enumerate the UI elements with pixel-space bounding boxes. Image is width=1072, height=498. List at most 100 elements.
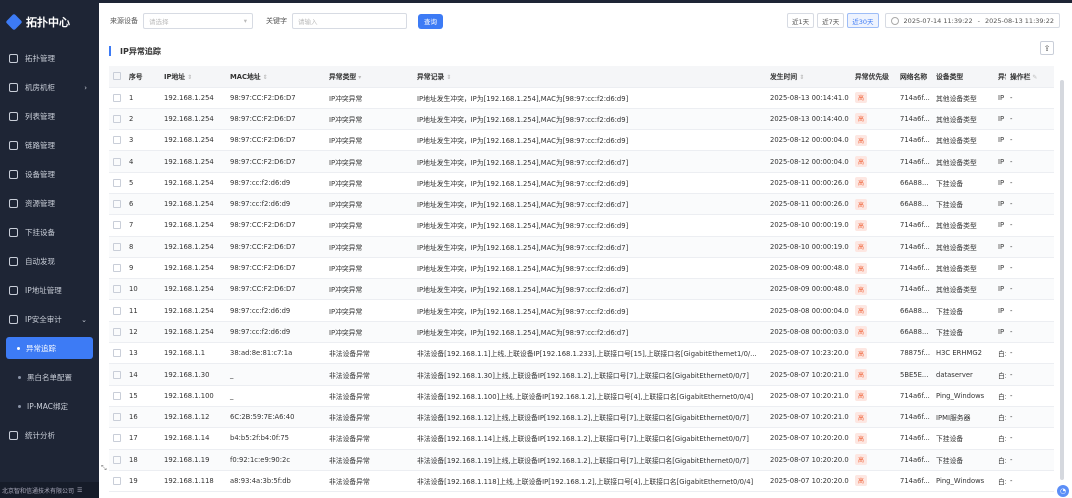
table-row[interactable]: 3 192.168.1.254 98:97:CC:F2:D6:D7 IP冲突异常 IP地… (109, 129, 1054, 152)
cell-type: IP冲突异常 (325, 278, 413, 301)
row-checkbox[interactable] (109, 470, 125, 493)
cell-record: 非法设备[192.168.1.19]上线,上联设备IP[192.168.1.2]… (413, 449, 766, 471)
cell-time: 2025-08-08 00:00:04.0 (766, 299, 851, 322)
sidebar-item-discovery[interactable]: 自动发现 (0, 247, 99, 276)
col-mac[interactable]: MAC地址 ⇕ (226, 66, 325, 88)
range-30day-button[interactable]: 近30天 (847, 13, 879, 28)
checkbox-icon (113, 200, 121, 209)
table-row[interactable]: 13 192.168.1.1 38:ad:8e:81:c7:1a 非法设备异常 非法设备… (109, 342, 1054, 365)
table-row[interactable]: 9 192.168.1.254 98:97:CC:F2:D6:D7 IP冲突异常 IP地… (109, 257, 1054, 280)
sidebar-item-rack[interactable]: 机房机柜 › (0, 73, 99, 102)
row-checkbox[interactable] (109, 129, 125, 152)
cell-index: 2 (125, 108, 160, 131)
table-row[interactable]: 18 192.168.1.19 f0:92:1c:e9:90:2c 非法设备异常 非法设… (109, 449, 1054, 471)
cell-type: IP冲突异常 (325, 87, 413, 109)
sidebar-item-list[interactable]: 列表管理 (0, 102, 99, 131)
table-row[interactable]: 17 192.168.1.14 b4:b5:2f:b4:0f:75 非法设备异常 非法设… (109, 427, 1054, 450)
table-row[interactable]: 5 192.168.1.254 98:97:cc:f2:d6:d9 IP冲突异常 IP地… (109, 172, 1054, 194)
table-row[interactable]: 12 192.168.1.254 98:97:cc:f2:d6:d9 IP冲突异常 IP… (109, 321, 1054, 344)
cell-ip: 192.168.1.254 (160, 278, 226, 301)
cell-time: 2025-08-10 00:00:19.0 (766, 214, 851, 237)
cell-index: 1 (125, 87, 160, 109)
row-checkbox[interactable] (109, 342, 125, 365)
sidebar-item-topology[interactable]: 拓扑管理 (0, 44, 99, 73)
table-row[interactable]: 19 192.168.1.118 a8:93:4a:3b:5f:db 非法设备异常 非法… (109, 470, 1054, 493)
start-date: 2025-07-14 11:39:22 (903, 16, 973, 25)
cell-network: 714a6f... (896, 470, 932, 493)
row-checkbox[interactable] (109, 299, 125, 322)
row-checkbox[interactable] (109, 321, 125, 344)
sidebar-item-resource[interactable]: 资源管理 (0, 189, 99, 218)
sidebar-item-label: 黑白名单配置 (27, 373, 72, 382)
sidebar-item-device[interactable]: 设备管理 (0, 160, 99, 189)
table-row[interactable]: 2 192.168.1.254 98:97:CC:F2:D6:D7 IP冲突异常 IP地… (109, 108, 1054, 131)
sidebar-item-subdevice[interactable]: 下挂设备 (0, 218, 99, 247)
edit-icon[interactable]: ✎ (1032, 74, 1037, 81)
row-checkbox[interactable] (109, 150, 125, 173)
table-row[interactable]: 1 192.168.1.254 98:97:CC:F2:D6:D7 IP冲突异常 IP地… (109, 87, 1054, 109)
col-time[interactable]: 发生时间 ⇕ (766, 66, 851, 88)
source-select[interactable]: 请选择 ▾ (143, 13, 253, 29)
table-scrollbar[interactable] (1060, 80, 1064, 480)
sidebar-item-label: 统计分析 (25, 431, 55, 440)
table-row[interactable]: 14 192.168.1.30 _ 非法设备异常 非法设备[192.168.1.30]上… (109, 363, 1054, 386)
range-1day-button[interactable]: 近1天 (786, 13, 815, 28)
row-checkbox[interactable] (109, 193, 125, 216)
row-checkbox[interactable] (109, 363, 125, 386)
row-checkbox[interactable] (109, 257, 125, 280)
row-checkbox[interactable] (109, 108, 125, 131)
export-button[interactable]: ⇪ (1040, 41, 1054, 55)
row-checkbox[interactable] (109, 236, 125, 258)
cell-record: IP地址发生冲突，IP为[192.168.1.254],MAC为[98:97:c… (413, 214, 766, 237)
checkbox-icon (113, 72, 121, 81)
sidebar-item-ip[interactable]: IP地址管理 (0, 276, 99, 305)
cell-time: 2025-08-07 10:23:20.0 (766, 342, 851, 365)
table-row[interactable]: 15 192.168.1.100 _ 非法设备异常 非法设备[192.168.1.100… (109, 385, 1054, 407)
cell-ip: 192.168.1.254 (160, 214, 226, 237)
cell-extra: 白: (994, 363, 1006, 386)
col-type[interactable]: 异常类型 ▾ (325, 66, 413, 88)
cell-actions: - (1006, 342, 1054, 365)
table-row[interactable]: 16 192.168.1.12 6C:2B:59:7E:A6:40 非法设备异常 非法设… (109, 406, 1054, 429)
title-accent-bar (109, 46, 111, 56)
sidebar-item-stats[interactable]: 统计分析 (0, 421, 99, 450)
date-range-picker[interactable]: 2025-07-14 11:39:22 - 2025-08-13 11:39:2… (884, 13, 1060, 28)
menu-toggle-icon[interactable]: ☰ (77, 487, 82, 494)
cell-mac: 98:97:CC:F2:D6:D7 (226, 108, 325, 131)
help-button[interactable]: ◔ (1057, 485, 1069, 497)
cell-index: 17 (125, 427, 160, 450)
table-row[interactable]: 6 192.168.1.254 98:97:cc:f2:d6:d9 IP冲突异常 IP地… (109, 193, 1054, 216)
sidebar-subitem-ipmac[interactable]: IP-MAC绑定 (0, 392, 99, 421)
row-checkbox[interactable] (109, 87, 125, 109)
row-checkbox[interactable] (109, 427, 125, 450)
keyword-input[interactable]: 请输入 (292, 13, 407, 29)
table-row[interactable]: 11 192.168.1.254 98:97:cc:f2:d6:d9 IP冲突异常 IP… (109, 299, 1054, 322)
query-button[interactable]: 查询 (418, 13, 443, 29)
col-label: MAC地址 (230, 73, 261, 82)
row-checkbox[interactable] (109, 385, 125, 407)
select-all-checkbox[interactable] (109, 66, 125, 88)
cell-mac: 98:97:CC:F2:D6:D7 (226, 278, 325, 301)
sidebar-subitem-anomaly[interactable]: 异常追踪 (6, 337, 93, 359)
cell-type: 非法设备异常 (325, 385, 413, 407)
col-ip[interactable]: IP地址 ⇕ (160, 66, 226, 88)
table-row[interactable]: 8 192.168.1.254 98:97:CC:F2:D6:D7 IP冲突异常 IP地… (109, 236, 1054, 258)
sidebar-subitem-blacklist[interactable]: 黑白名单配置 (0, 363, 99, 392)
sidebar-item-ip-audit[interactable]: IP安全审计 ⌄ (0, 305, 99, 334)
row-checkbox[interactable] (109, 449, 125, 471)
row-checkbox[interactable] (109, 172, 125, 194)
cell-actions: - (1006, 193, 1054, 216)
checkbox-icon (113, 157, 121, 166)
table-row[interactable]: 4 192.168.1.254 98:97:CC:F2:D6:D7 IP冲突异常 IP地… (109, 150, 1054, 173)
row-checkbox[interactable] (109, 214, 125, 237)
table-row[interactable]: 7 192.168.1.254 98:97:CC:F2:D6:D7 IP冲突异常 IP地… (109, 214, 1054, 237)
col-label: 异常类型 (329, 73, 357, 82)
row-checkbox[interactable] (109, 278, 125, 301)
sidebar-item-link[interactable]: 链路管理 (0, 131, 99, 160)
table-row[interactable]: 10 192.168.1.254 98:97:CC:F2:D6:D7 IP冲突异常 IP… (109, 278, 1054, 301)
range-7day-button[interactable]: 近7天 (817, 13, 845, 28)
cell-mac: b4:b5:2f:b4:0f:75 (226, 427, 325, 450)
col-record[interactable]: 异常记录 ⇕ (413, 66, 766, 88)
row-checkbox[interactable] (109, 406, 125, 429)
expand-icon[interactable]: ⤡ (101, 464, 107, 473)
